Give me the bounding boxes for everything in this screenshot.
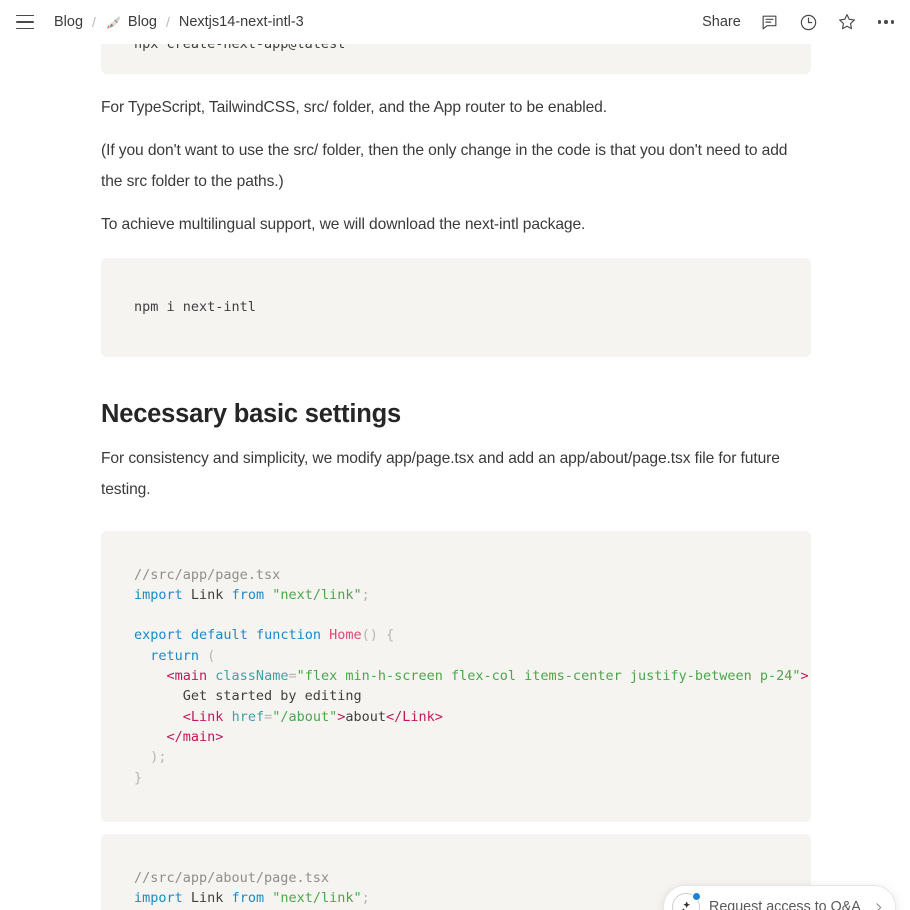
- code-line: npm i next-intl: [101, 297, 811, 317]
- favorite-star-icon[interactable]: [837, 12, 858, 33]
- paragraph-consistency-simplicity: For consistency and simplicity, we modif…: [101, 449, 780, 498]
- code-token: );: [134, 749, 167, 766]
- breadcrumb-separator: /: [92, 14, 96, 30]
- dot: [877, 20, 882, 24]
- code-token: ;: [361, 890, 370, 907]
- code-token: import: [134, 586, 183, 603]
- code-token: () {: [361, 627, 395, 644]
- code-token: "next/link": [272, 586, 362, 603]
- code-token: "flex min-h-screen flex-col items-center…: [296, 668, 801, 685]
- code-line: <Link href="/about">about</Link>: [101, 707, 811, 727]
- code-token: }: [134, 769, 143, 786]
- dot: [884, 20, 888, 24]
- code-token: Get started by editing: [134, 688, 362, 705]
- code-line: </main>: [101, 727, 811, 747]
- code-token: className: [215, 668, 289, 685]
- code-token: //src/app/page.tsx: [134, 566, 281, 583]
- document-scroll-area[interactable]: npx create-next-app@latest For TypeScrip…: [0, 44, 910, 910]
- code-token: npx create-next-app@latest: [134, 44, 346, 52]
- notification-dot: [692, 892, 701, 901]
- sparkle-icon-wrapper: [672, 892, 701, 910]
- hamburger-line: [16, 21, 34, 23]
- code-token: =: [264, 708, 273, 725]
- code-token: "next/link": [272, 890, 362, 907]
- more-options-icon[interactable]: [876, 18, 896, 25]
- code-token: default: [190, 627, 248, 644]
- request-access-qa-widget[interactable]: Request access to Q&A: [663, 885, 896, 910]
- code-token: </Link>: [386, 708, 443, 725]
- breadcrumb-item-current-page[interactable]: Nextjs14-next-intl-3: [177, 13, 306, 31]
- code-token: from: [231, 890, 265, 907]
- chevron-right-icon[interactable]: [872, 901, 885, 910]
- code-token: Link: [182, 890, 232, 907]
- code-line: npx create-next-app@latest: [101, 44, 811, 54]
- code-token: <main: [166, 668, 208, 685]
- hamburger-line: [16, 27, 34, 30]
- paragraph-src-folder-note: (If you don't want to use the src/ folde…: [101, 142, 788, 191]
- code-token: =: [288, 668, 297, 685]
- page-section-heading: Necessary basic settings: [101, 399, 401, 428]
- pen-brush-icon: [105, 14, 122, 31]
- code-token: export: [134, 627, 183, 644]
- code-token: function: [255, 627, 321, 644]
- code-block-app-page-tsx[interactable]: //src/app/page.tsx import Link from "next…: [101, 530, 811, 822]
- hamburger-line: [16, 14, 34, 17]
- paragraph-typescript-tailwind: For TypeScript, TailwindCSS, src/ folder…: [101, 99, 607, 117]
- code-block-npm-i-next-intl[interactable]: npm i next-intl: [101, 258, 811, 357]
- code-line: import Link from "next/link";: [101, 585, 811, 605]
- paragraph-multilingual-support: To achieve multilingual support, we will…: [101, 216, 586, 234]
- code-token: href: [231, 708, 265, 725]
- code-token: ;: [361, 586, 370, 603]
- code-token: </main>: [166, 728, 224, 745]
- breadcrumb-item-blog[interactable]: Blog: [103, 13, 159, 32]
- code-line: <main className="flex min-h-screen flex-…: [101, 666, 811, 686]
- top-bar-actions: Share: [702, 12, 896, 33]
- code-token: <Link: [182, 708, 224, 725]
- breadcrumb-item-blog-label: Blog: [127, 14, 157, 30]
- code-token: import: [134, 890, 183, 907]
- code-token: from: [231, 586, 265, 603]
- share-button[interactable]: Share: [702, 14, 741, 30]
- history-clock-icon[interactable]: [798, 12, 819, 33]
- article-body: npx create-next-app@latest For TypeScrip…: [0, 44, 910, 910]
- hamburger-menu-icon[interactable]: [12, 9, 38, 35]
- code-token: //src/app/about/page.tsx: [134, 869, 330, 886]
- dot: [890, 20, 894, 24]
- breadcrumb: Blog / Blog / Nextjs14-next-intl-3: [52, 13, 306, 32]
- code-token: about: [345, 708, 387, 725]
- code-token: return: [150, 647, 200, 664]
- top-bar: Blog / Blog / Nextjs14-next-intl-3 Share: [0, 0, 910, 44]
- code-block-npx-create-next-app[interactable]: npx create-next-app@latest: [101, 44, 811, 75]
- code-line: }: [101, 768, 811, 788]
- comment-icon[interactable]: [759, 12, 780, 33]
- code-token: >: [800, 668, 809, 685]
- request-access-qa-label: Request access to Q&A: [709, 899, 861, 910]
- code-line: );: [101, 747, 811, 767]
- code-token: "/about": [272, 708, 338, 725]
- breadcrumb-separator: /: [165, 14, 170, 30]
- code-line: return (: [101, 646, 811, 666]
- code-line: Get started by editing: [101, 686, 811, 706]
- code-token: (: [199, 647, 216, 664]
- code-token: Link: [182, 586, 232, 603]
- code-line: export default function Home() {: [101, 625, 811, 645]
- code-token: Home: [329, 627, 362, 644]
- code-token: npm i next-intl: [134, 299, 256, 316]
- code-line: //src/app/page.tsx: [101, 565, 811, 585]
- breadcrumb-item-blog-root[interactable]: Blog: [52, 13, 85, 31]
